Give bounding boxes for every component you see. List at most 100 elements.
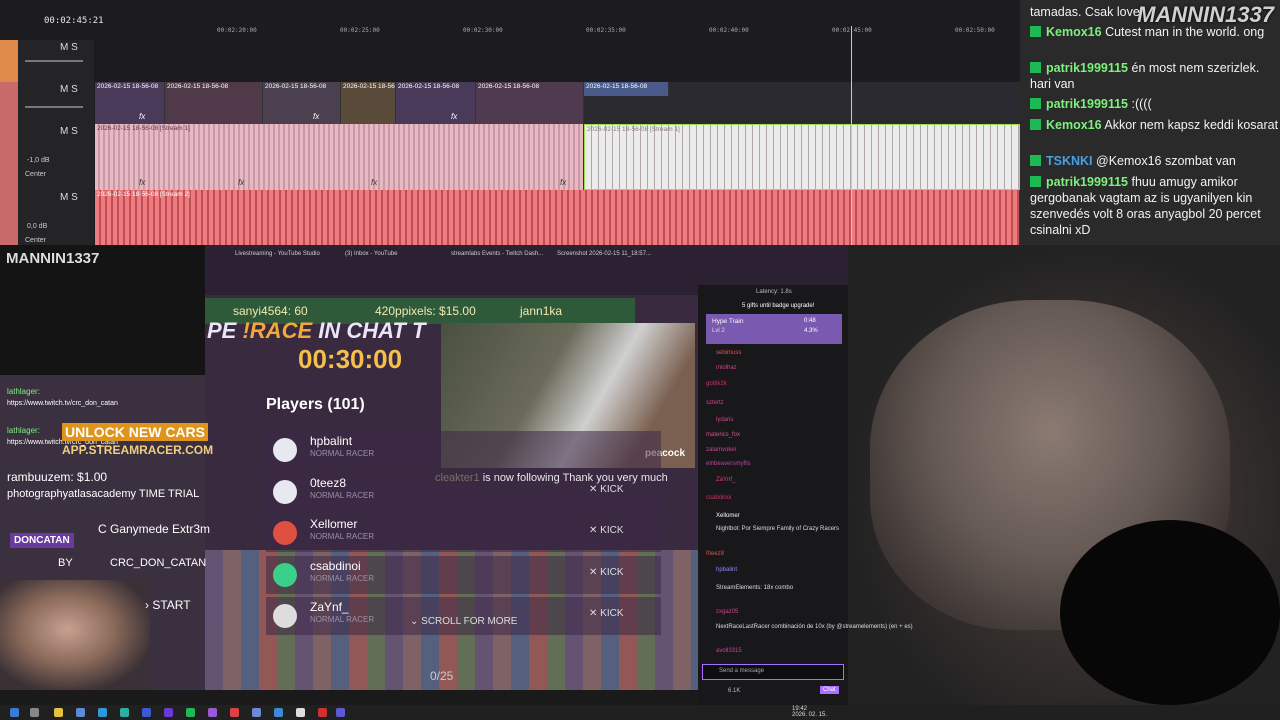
send-message-input[interactable]: Send a message — [702, 664, 844, 680]
kick-badge-icon — [1030, 176, 1041, 187]
kick-button[interactable]: ✕ KICK — [589, 484, 624, 495]
app-icon[interactable] — [142, 708, 151, 717]
kick-button[interactable]: ✕ KICK — [589, 525, 624, 536]
unlock-cars-banner: UNLOCK NEW CARS — [62, 423, 208, 441]
app-icon[interactable] — [76, 708, 85, 717]
video-clip[interactable]: 2026-02-15 18-56-08 — [476, 82, 584, 124]
video-clip-selected[interactable]: 2026-02-15 18-56-08 — [584, 82, 669, 96]
channel-points[interactable]: 6.1K — [728, 688, 740, 694]
track-header-2[interactable]: M S — [0, 82, 94, 125]
chat-button[interactable]: Chat — [820, 686, 839, 694]
track-header-1[interactable]: M S — [0, 40, 94, 83]
mute-solo-buttons[interactable]: M S — [60, 42, 78, 53]
track-color-bar — [0, 82, 18, 124]
mute-solo-buttons[interactable]: M S — [60, 126, 78, 137]
browser-tab[interactable]: streamlabs Events - Twitch Dash... — [451, 251, 543, 257]
car-name: C Ganymede Extr3m — [98, 522, 211, 536]
race-progress: 0/25 — [430, 669, 454, 683]
audio-track-stream2[interactable]: 2026-02-15 18-56-08 [Stream 2] — [95, 190, 1020, 246]
mute-solo-buttons[interactable]: M S — [60, 84, 78, 95]
chat-user[interactable]: 0teez8 — [706, 551, 724, 557]
chat-line: patrik1999115 :(((( — [1030, 96, 1280, 112]
chat-user[interactable]: elnbeaversmyflls — [706, 461, 751, 467]
overlay-chat-link[interactable]: https://www.twitch.tv/crc_don_catan — [7, 400, 118, 407]
browser-icon[interactable] — [230, 708, 239, 717]
app-icon[interactable] — [164, 708, 173, 717]
audio-clip[interactable]: 2026-02-15 18-56-08 [Stream 2] — [95, 190, 1020, 245]
track-color-bar — [0, 124, 18, 190]
track-header-3[interactable]: M S -1,0 dB Center — [0, 124, 94, 191]
track-header-4[interactable]: M S 0,0 dB Center — [0, 190, 94, 246]
player-row[interactable]: Xellomer NORMAL RACER ✕ KICK — [266, 514, 661, 552]
chat-user[interactable]: gottik2k — [706, 381, 727, 387]
overlay-chat-line: lathlager: — [7, 426, 40, 435]
video-clip[interactable]: 2026-02-15 18-56-08 — [165, 82, 263, 124]
chat-user[interactable]: lydaris — [716, 417, 733, 423]
chat-user[interactable]: mlolhaz — [716, 365, 737, 371]
track-slider[interactable] — [25, 106, 83, 108]
track-color-bar — [0, 190, 18, 245]
app-icon[interactable] — [98, 708, 107, 717]
kick-badge-icon — [1030, 26, 1041, 37]
user-avatar-icon — [273, 563, 297, 587]
mute-solo-buttons[interactable]: M S — [60, 192, 78, 203]
chat-user[interactable]: Xellomer — [716, 513, 740, 519]
browser-tab[interactable]: Screenshot 2026-02-15 11_18:57... — [557, 251, 651, 257]
race-mode: photographyatlasacademy TIME TRIAL — [7, 488, 200, 500]
latency-label: Latency: 1.8s — [756, 289, 792, 295]
browser-tab[interactable]: (3) Inbox - YouTube — [345, 251, 397, 257]
track-lane-empty[interactable] — [95, 40, 1020, 83]
app-icon[interactable] — [318, 708, 327, 717]
kick-badge-icon — [1030, 98, 1041, 109]
player-row[interactable]: csabdinoi NORMAL RACER ✕ KICK — [266, 556, 661, 594]
chat-user[interactable]: avoll3315 — [716, 648, 742, 654]
audio-clip-selected[interactable]: 2026-02-15 18-56-08 [Stream 1] — [584, 124, 1020, 190]
donation-text: rambuuzem: $1.00 — [7, 470, 108, 484]
start-button[interactable]: › START — [145, 598, 191, 612]
spotify-icon[interactable] — [186, 708, 195, 717]
track-volume: 0,0 dB — [27, 223, 48, 230]
alert-item: jann1ka — [520, 304, 563, 318]
browser-tab[interactable]: Livestreaming - YouTube Studio — [235, 251, 320, 257]
timeline-ruler[interactable]: 00:02:20:00 00:02:25:00 00:02:30:00 00:0… — [95, 26, 1020, 41]
video-clip[interactable]: 2026-02-15 18-56-08 fx — [396, 82, 476, 124]
by-name: CRC_DON_CATAN — [110, 557, 207, 569]
video-clip[interactable]: 2026-02-15 18-56-08 — [341, 82, 396, 124]
chat-user[interactable]: sztertz — [706, 400, 724, 406]
start-icon[interactable] — [10, 708, 19, 717]
chat-user[interactable]: csabdinoi — [706, 495, 731, 501]
task-view-icon[interactable] — [30, 708, 39, 717]
chat-user[interactable]: hpbalint — [716, 567, 737, 573]
alert-item: 420ppixels: $15.00 — [375, 304, 476, 318]
app-icon[interactable] — [274, 708, 283, 717]
hype-train[interactable]: Hype Train Lvl 2 0:48 4.3% — [706, 314, 842, 344]
app-icon[interactable] — [252, 708, 261, 717]
track-slider[interactable] — [25, 60, 83, 62]
chat-line: Kemox16 Cutest man in the world. ong — [1030, 24, 1280, 40]
player-row[interactable]: hpbalint NORMAL RACER — [266, 431, 661, 469]
audio-track-stream1[interactable]: 2026-02-15 18-56-08 [Stream 1] fx fx fx fx 2… — [95, 124, 1020, 191]
chat-user[interactable]: materics_fox — [706, 432, 740, 438]
app-icon[interactable] — [336, 708, 345, 717]
app-icon[interactable] — [120, 708, 129, 717]
chat-user[interactable]: ZaYnf_ — [716, 477, 735, 483]
taskbar-clock[interactable]: 19:42 2026. 02. 15. — [792, 706, 827, 718]
playhead[interactable] — [851, 26, 852, 245]
audio-clip[interactable]: 2026-02-15 18-56-08 [Stream 1] fx fx fx fx — [95, 124, 584, 190]
app-icon[interactable] — [208, 708, 217, 717]
app-icon[interactable] — [296, 708, 305, 717]
chat-user[interactable]: zxgaz05 — [716, 609, 738, 615]
chat-user[interactable]: zalamvokel — [706, 447, 736, 453]
chat-user[interactable]: sebimuss — [716, 350, 741, 356]
kick-button[interactable]: ✕ KICK — [589, 608, 624, 619]
channel-brand-small: MANNIN1337 — [6, 250, 100, 267]
chat-line: tamadas. Csak love — [1030, 5, 1140, 19]
scroll-for-more-button[interactable]: ⌄ SCROLL FOR MORE — [410, 616, 517, 627]
video-clip[interactable]: 2026-02-15 18-56-08 fx — [95, 82, 165, 124]
user-avatar-icon — [273, 604, 297, 628]
by-label: BY — [58, 557, 73, 569]
video-track-lane[interactable]: 2026-02-15 18-56-08 fx 2026-02-15 18-56-0… — [95, 82, 1020, 125]
kick-button[interactable]: ✕ KICK — [589, 567, 624, 578]
explorer-icon[interactable] — [54, 708, 63, 717]
video-clip[interactable]: 2026-02-15 18-56-08 fx — [263, 82, 341, 124]
